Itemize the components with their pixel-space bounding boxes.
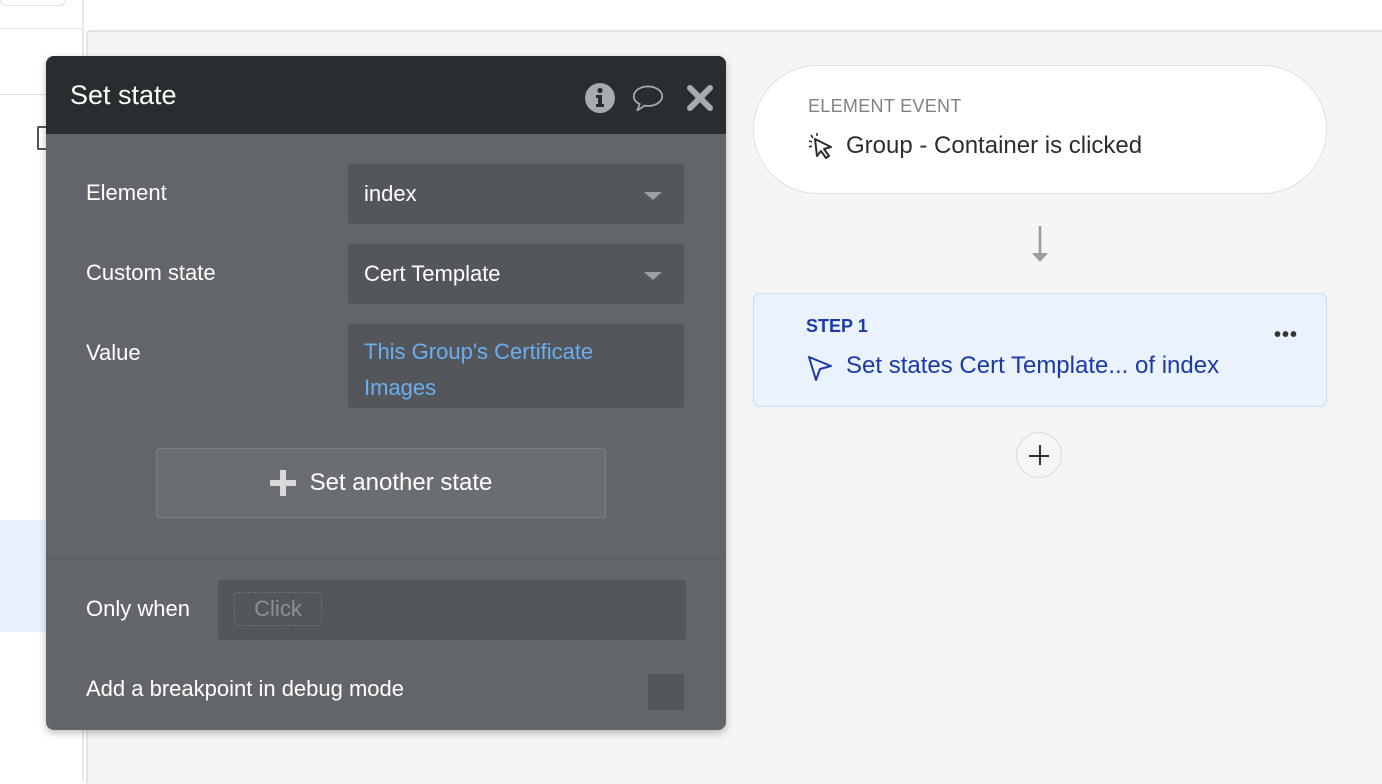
chevron-down-icon xyxy=(644,272,662,280)
dialog-title: Set state xyxy=(70,80,177,110)
event-title: Group - Container is clicked xyxy=(846,132,1143,159)
value-expression[interactable]: This Group's Certificate Images xyxy=(364,334,664,406)
step-card[interactable]: STEP 1 ••• Set states Cert Template... o… xyxy=(753,293,1327,407)
event-card[interactable]: ELEMENT EVENT Group - Container is click… xyxy=(753,65,1327,194)
close-icon[interactable] xyxy=(684,82,716,114)
element-dropdown[interactable]: index xyxy=(348,164,684,224)
sidebar-top-box xyxy=(0,0,66,6)
step-label: STEP 1 xyxy=(806,316,868,336)
custom-state-dropdown[interactable]: Cert Template xyxy=(348,244,684,304)
set-another-state-label: Set another state xyxy=(309,469,493,496)
dialog-header[interactable]: Set state xyxy=(46,56,726,134)
event-kind: ELEMENT EVENT xyxy=(808,96,962,116)
pointer-arrow-icon xyxy=(806,354,834,387)
cursor-click-icon xyxy=(806,132,836,167)
info-icon[interactable] xyxy=(584,82,616,114)
comment-icon[interactable] xyxy=(632,82,664,114)
click-placeholder-chip[interactable]: Click xyxy=(234,592,322,626)
breakpoint-label: Add a breakpoint in debug mode xyxy=(86,676,405,701)
only-when-field[interactable]: Click xyxy=(218,580,686,640)
only-when-label: Only when xyxy=(86,596,190,621)
add-step-button[interactable] xyxy=(1016,432,1062,478)
custom-state-value: Cert Template xyxy=(364,261,501,286)
value-label: Value xyxy=(86,340,141,365)
plus-icon xyxy=(269,470,296,496)
value-expression-field[interactable]: This Group's Certificate Images xyxy=(348,324,684,408)
custom-state-label: Custom state xyxy=(86,260,216,285)
sidebar-divider xyxy=(0,28,82,29)
element-label: Element xyxy=(86,180,167,205)
set-state-dialog: Set state Element index Custom state Cer… xyxy=(46,56,726,730)
breakpoint-checkbox[interactable] xyxy=(648,674,684,710)
set-another-state-button[interactable]: Set another state xyxy=(156,448,606,518)
element-value: index xyxy=(364,181,417,206)
divider xyxy=(46,558,726,559)
step-title: Set states Cert Template... of index xyxy=(846,352,1220,379)
more-options-icon[interactable]: ••• xyxy=(1274,324,1298,347)
chevron-down-icon xyxy=(644,192,662,200)
flow-arrow-icon xyxy=(1032,226,1048,262)
